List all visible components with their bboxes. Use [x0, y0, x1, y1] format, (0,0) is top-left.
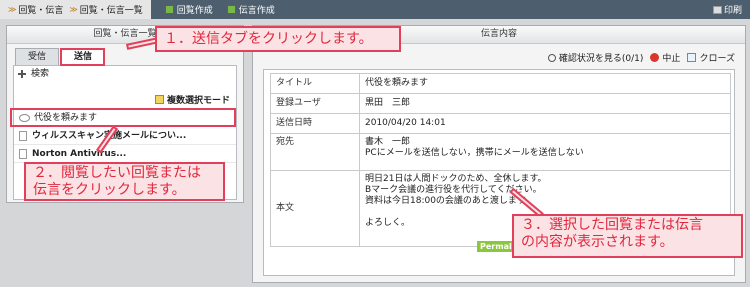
table-row: タイトル 代役を頼みます — [270, 73, 731, 94]
body-line: Bマーク会議の進行役を代行してください。 — [365, 185, 542, 195]
multi-select-label: 複数選択モード — [166, 96, 230, 106]
close-button[interactable]: クローズ — [687, 51, 735, 64]
stop-button[interactable]: 中止 — [650, 51, 680, 64]
close-label: クローズ — [699, 54, 735, 64]
field-value: 黒田 三郎 — [359, 93, 731, 114]
create-circular-button[interactable]: 回覧作成 — [164, 3, 213, 16]
field-value: 2010/04/20 14:01 — [359, 113, 731, 134]
callout-step2-line1: ２．閲覧したい回覧または — [33, 165, 201, 181]
top-toolbar: ≫ 回覧・伝言 ≫ 回覧・伝言一覧 回覧作成 伝言作成 印刷 — [0, 0, 750, 19]
callout-step2-line2: 伝言をクリックします。 — [33, 182, 186, 198]
create-circular-label: 回覧作成 — [176, 6, 213, 16]
breadcrumb-item-circular[interactable]: 回覧・伝言 — [18, 3, 63, 16]
view-status-label: 確認状況を見る(0/1) — [558, 54, 644, 64]
table-row: 登録ユーザ 黒田 三郎 — [270, 93, 731, 114]
magnifier-icon — [547, 53, 556, 62]
checkmark-icon — [687, 53, 697, 62]
breadcrumb-arrow-icon: ≫ — [8, 5, 17, 14]
breadcrumb: ≫ 回覧・伝言 ≫ 回覧・伝言一覧 — [0, 0, 151, 19]
field-label: 本文 — [270, 170, 360, 247]
list-item[interactable]: ウィルススキャン実施メールについ... — [14, 128, 236, 145]
list-item[interactable]: Norton Antivirus... — [14, 146, 236, 163]
search-label: 検索 — [31, 69, 50, 79]
field-label: 宛先 — [270, 133, 360, 171]
breadcrumb-item-list[interactable]: 回覧・伝言一覧 — [80, 3, 143, 16]
list-item-title: Norton Antivirus... — [32, 148, 127, 159]
highlight-sent-tab — [60, 48, 105, 66]
callout-step3: ３．選択した回覧または伝言 の内容が表示されます。 — [512, 214, 743, 258]
recipient-cell: 書木 一郎 PCにメールを送信しない，携帯にメールを送信しない — [359, 133, 731, 171]
recipient-notify-option: PCにメールを送信しない，携帯にメールを送信しない — [365, 148, 584, 158]
create-message-icon — [226, 5, 236, 14]
body-line: 資料は今日18:00の会議のあと渡します。 — [365, 196, 535, 206]
table-row: 送信日時 2010/04/20 14:01 — [270, 113, 731, 134]
field-label: タイトル — [270, 73, 360, 94]
plus-icon — [18, 70, 26, 78]
stop-label: 中止 — [662, 54, 681, 64]
search-toggle[interactable]: 検索 — [14, 66, 236, 82]
table-row: 宛先 書木 一郎 PCにメールを送信しない，携帯にメールを送信しない — [270, 133, 731, 171]
printer-icon — [712, 5, 722, 14]
print-label: 印刷 — [723, 6, 742, 16]
callout-step1: １．送信タブをクリックします。 — [155, 26, 401, 52]
callout-step3-line1: ３．選択した回覧または伝言 — [521, 217, 703, 233]
body-line: 明日21日は人間ドックのため、全休します。 — [365, 174, 547, 184]
print-button[interactable]: 印刷 — [712, 3, 742, 16]
field-value: 代役を頼みます — [359, 73, 731, 94]
create-message-button[interactable]: 伝言作成 — [226, 3, 275, 16]
multi-select-mode-button[interactable]: 複数選択モード — [154, 93, 230, 106]
stop-icon — [650, 53, 660, 62]
detail-actions: 確認状況を見る(0/1) 中止 クローズ — [541, 51, 735, 64]
highlight-list-item — [10, 108, 236, 127]
document-icon — [19, 149, 27, 159]
callout-step3-line2: の内容が表示されます。 — [521, 234, 674, 250]
callout-step2: ２．閲覧したい回覧または 伝言をクリックします。 — [24, 162, 225, 201]
document-icon — [19, 131, 27, 141]
field-label: 登録ユーザ — [270, 93, 360, 114]
multi-select-icon — [154, 95, 164, 104]
tab-received[interactable]: 受信 — [15, 48, 60, 65]
breadcrumb-arrow-icon: ≫ — [69, 5, 78, 14]
field-label: 送信日時 — [270, 113, 360, 134]
view-status-button[interactable]: 確認状況を見る(0/1) — [547, 51, 644, 64]
create-message-label: 伝言作成 — [238, 6, 275, 16]
create-circular-icon — [164, 5, 174, 14]
recipient-name: 書木 一郎 — [365, 137, 411, 147]
